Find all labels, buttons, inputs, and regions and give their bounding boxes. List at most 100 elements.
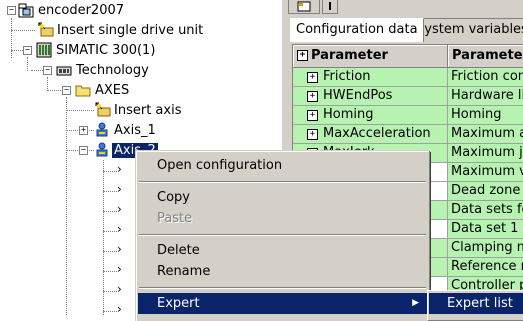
collapse-toggle[interactable]: − bbox=[43, 66, 52, 75]
parameter-description: Hardware lin bbox=[451, 88, 523, 103]
submenu-arrow-icon: ▶ bbox=[412, 298, 419, 308]
parameter-description: Dead zone c bbox=[451, 183, 523, 198]
expand-toggle[interactable]: + bbox=[79, 126, 88, 135]
expand-row-icon[interactable]: + bbox=[307, 72, 318, 83]
tree-item-insert-drive[interactable]: Insert single drive unit bbox=[55, 21, 205, 40]
menu-separator bbox=[139, 181, 426, 183]
menu-separator bbox=[139, 287, 426, 289]
insert-axis-icon bbox=[95, 102, 111, 117]
tab-label: Configuration data bbox=[296, 22, 418, 37]
parameter-description: Friction com bbox=[451, 69, 523, 84]
collapse-toggle[interactable]: − bbox=[62, 86, 71, 95]
tree-child-chevron-icon[interactable]: › bbox=[117, 242, 122, 256]
parameter-name: Homing bbox=[323, 107, 374, 122]
column-header-label: Parameter bbox=[452, 48, 523, 63]
parameter-description: Maximum je bbox=[451, 145, 523, 160]
tab-label: System variables bbox=[416, 22, 523, 37]
tab-system-variables[interactable]: System variables bbox=[410, 18, 523, 41]
project-icon bbox=[18, 3, 34, 18]
menu-item-label: Rename bbox=[157, 264, 211, 279]
table-row-desc-cell[interactable]: Reference m bbox=[448, 258, 523, 277]
menu-item-label: Copy bbox=[157, 190, 190, 205]
menu-item-delete[interactable]: Delete bbox=[138, 240, 427, 261]
table-row-desc-cell[interactable]: Data sets fo bbox=[448, 201, 523, 220]
table-row-desc-cell[interactable]: Friction com bbox=[448, 68, 523, 87]
menu-item-paste: Paste bbox=[138, 208, 427, 229]
parameter-description: Maximum ve bbox=[451, 164, 523, 179]
table-row-desc-cell[interactable]: Maximum ac bbox=[448, 125, 523, 144]
collapse-toggle[interactable]: − bbox=[79, 146, 88, 155]
tree-child-chevron-icon[interactable]: › bbox=[117, 162, 122, 176]
parameter-description: Data set 1 bbox=[451, 221, 519, 236]
collapse-toggle[interactable]: − bbox=[7, 6, 16, 15]
toolbar-button[interactable] bbox=[288, 0, 320, 14]
parameter-description: Reference m bbox=[451, 259, 523, 274]
table-row-desc-cell[interactable]: Clamping m bbox=[448, 239, 523, 258]
expert-submenu: Expert list bbox=[427, 290, 523, 320]
menu-item-label: Open configuration bbox=[157, 158, 283, 173]
tree-item-station[interactable]: SIMATIC 300(1) bbox=[54, 41, 157, 60]
table-row-desc-cell[interactable]: Homing bbox=[448, 106, 523, 125]
tree-child-chevron-icon[interactable]: › bbox=[117, 262, 122, 276]
menu-separator bbox=[139, 234, 426, 236]
table-row-name-cell[interactable]: + HWEndPos bbox=[293, 87, 448, 106]
toolbar-table-icon bbox=[297, 1, 311, 12]
menu-item-label: Delete bbox=[157, 243, 200, 258]
tree-label: Axis_1 bbox=[114, 123, 156, 138]
parameter-name: HWEndPos bbox=[323, 88, 393, 103]
expand-row-icon[interactable]: + bbox=[307, 110, 318, 121]
folder-icon bbox=[75, 85, 91, 97]
context-menu: Open configuration Copy Paste Delete Ren… bbox=[135, 150, 429, 321]
table-row-name-cell[interactable]: + Friction bbox=[293, 68, 448, 87]
table-row-desc-cell[interactable]: Dead zone c bbox=[448, 182, 523, 201]
tree-label: Insert single drive unit bbox=[57, 23, 204, 38]
toolbar-button[interactable] bbox=[322, 0, 338, 14]
tab-configuration-data[interactable]: Configuration data bbox=[290, 18, 424, 42]
table-row-name-cell[interactable]: + MaxAcceleration bbox=[293, 125, 448, 144]
expand-row-icon[interactable]: + bbox=[307, 91, 318, 102]
menu-item-copy[interactable]: Copy bbox=[138, 187, 427, 208]
tree-line bbox=[47, 90, 61, 91]
parameter-description: Data sets fo bbox=[451, 202, 523, 217]
tree-label: encoder2007 bbox=[38, 3, 125, 18]
tree-child-chevron-icon[interactable]: › bbox=[117, 222, 122, 236]
tree-label: Insert axis bbox=[114, 103, 182, 118]
column-header-description[interactable]: Parameter bbox=[448, 45, 523, 68]
tree-item-insert-axis[interactable]: Insert axis bbox=[112, 101, 183, 120]
table-row-name-cell[interactable]: + Homing bbox=[293, 106, 448, 125]
axis-icon bbox=[96, 142, 108, 157]
toolbar-arrow-icon bbox=[329, 2, 331, 10]
expand-row-icon[interactable]: + bbox=[307, 129, 318, 140]
table-row-desc-cell[interactable]: Maximum ve bbox=[448, 163, 523, 182]
menu-item-open-configuration[interactable]: Open configuration bbox=[138, 155, 427, 176]
parameter-name: MaxAcceleration bbox=[323, 126, 431, 141]
tree-child-chevron-icon[interactable]: › bbox=[117, 282, 122, 296]
parameter-description: Homing bbox=[451, 107, 502, 122]
column-header-label: Parameter bbox=[311, 48, 388, 63]
tree-label: AXES bbox=[95, 83, 130, 98]
tree-line bbox=[27, 57, 28, 71]
column-header-parameter[interactable]: + Parameter bbox=[293, 45, 448, 68]
menu-item-expert[interactable]: Expert ▶ bbox=[138, 293, 427, 314]
tree-line bbox=[11, 18, 12, 58]
tree-label: SIMATIC 300(1) bbox=[56, 43, 156, 58]
tree-child-chevron-icon[interactable]: › bbox=[117, 302, 122, 315]
menu-item-label: Expert bbox=[157, 296, 200, 311]
tree-line bbox=[11, 30, 35, 31]
collapse-toggle[interactable]: − bbox=[23, 46, 32, 55]
axis-icon bbox=[96, 122, 108, 137]
menu-item-rename[interactable]: Rename bbox=[138, 261, 427, 282]
table-row-desc-cell[interactable]: Maximum je bbox=[448, 144, 523, 163]
tree-child-chevron-icon[interactable]: › bbox=[117, 182, 122, 196]
tree-line bbox=[66, 110, 94, 111]
tree-item-technology[interactable]: Technology bbox=[74, 61, 151, 80]
table-row-desc-cell[interactable]: Data set 1 bbox=[448, 220, 523, 239]
tree-item-project[interactable]: encoder2007 bbox=[36, 1, 126, 20]
tree-child-chevron-icon[interactable]: › bbox=[117, 202, 122, 216]
menu-item-expert-list[interactable]: Expert list bbox=[429, 293, 523, 314]
tree-item-axes[interactable]: AXES bbox=[93, 81, 131, 100]
expand-all-icon[interactable]: + bbox=[297, 50, 308, 61]
table-row-desc-cell[interactable]: Hardware lin bbox=[448, 87, 523, 106]
tree-item-axis-1[interactable]: Axis_1 bbox=[112, 121, 158, 140]
technology-icon bbox=[56, 66, 72, 76]
